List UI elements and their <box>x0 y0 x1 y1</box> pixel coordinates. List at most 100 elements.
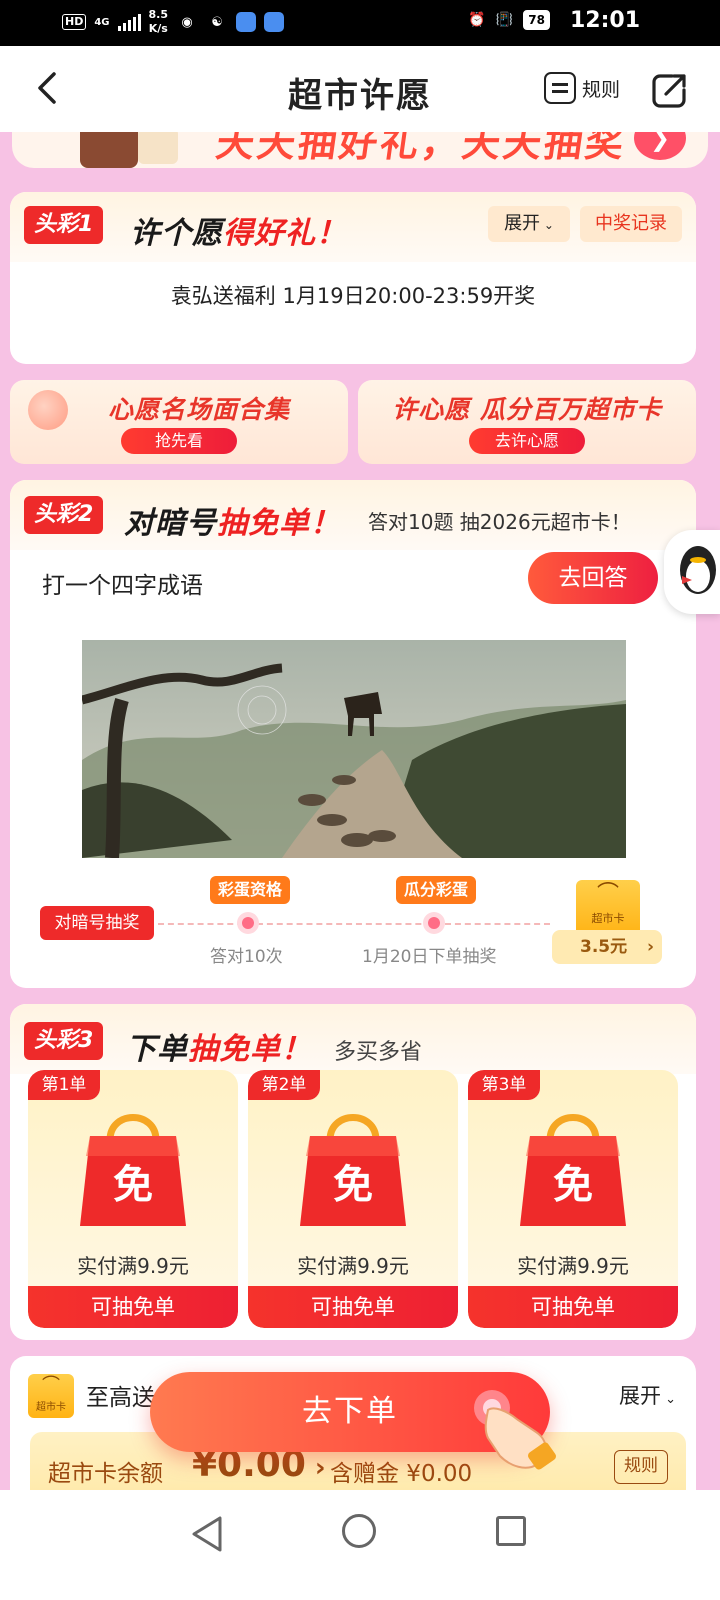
section-tag: 头彩1 <box>24 206 104 244</box>
password-section: 头彩2 对暗号抽免单！ 答对10题 抽2026元超市卡！ 打一个四字成语 去回答… <box>10 480 696 988</box>
step-badge: 彩蛋资格 <box>210 876 291 904</box>
prize-card[interactable]: 第3单 免 实付满9.9元 可抽免单 <box>468 1070 678 1328</box>
shopping-bag-icon: 免 <box>520 1114 626 1226</box>
bag-char: 免 <box>333 1162 373 1208</box>
status-left: HD 4G 8.5 K/s ◉ ☯ <box>62 8 285 36</box>
system-recents-icon[interactable] <box>496 1516 526 1546</box>
prize-card[interactable]: 第2单 免 实付满9.9元 可抽免单 <box>248 1070 458 1328</box>
balance-label: 超市卡余额 <box>48 1461 163 1487</box>
mini-banner-highlights[interactable]: 心愿名场面合集 抢先看 <box>10 380 348 464</box>
section-title-part-b: 抽免单！ <box>188 1032 312 1067</box>
chevron-down-icon: ⌄ <box>540 218 554 232</box>
expand-button[interactable]: 展开 ⌄ <box>488 206 570 242</box>
banner-arrow-icon: ❯ <box>634 132 686 160</box>
mini-banner-button[interactable]: 去许心愿 <box>469 428 585 454</box>
prize-draw-button[interactable]: 可抽免单 <box>28 1286 238 1328</box>
rules-button[interactable]: 规则 <box>614 1450 668 1484</box>
penguin-icon <box>680 546 716 594</box>
system-nav-bar <box>0 1490 720 1600</box>
section-title-part-b: 得好礼！ <box>223 216 347 251</box>
step-label: 1月20日下单抽奖 <box>362 947 497 967</box>
clock: 12:01 <box>569 8 640 33</box>
banner-text: 天天抽好礼，天天抽奖 <box>213 132 630 165</box>
expand-button[interactable]: 展开 ⌄ <box>619 1380 676 1410</box>
wechat-icon: ◉ <box>181 14 193 30</box>
section-subtitle: 答对10题 抽2026元超市卡！ <box>368 510 631 534</box>
rules-button[interactable]: 规则 <box>544 72 620 104</box>
expand-label: 展开 <box>618 1384 661 1408</box>
top-promo-banner[interactable]: 天天抽好礼，天天抽奖 ❯ <box>12 132 708 168</box>
qq-icon: ☯ <box>211 14 223 30</box>
section-title-part-a: 对暗号 <box>124 506 217 541</box>
hd-indicator: HD <box>62 14 87 30</box>
section-subtitle: 多买多省 <box>334 1040 423 1065</box>
banner-illustration <box>80 132 178 168</box>
bag-char: 免 <box>553 1162 593 1208</box>
section-title-part-a: 许个愿 <box>130 216 223 251</box>
prize-tag: 第1单 <box>28 1070 100 1100</box>
prize-draw-button[interactable]: 可抽免单 <box>248 1286 458 1328</box>
prize-condition: 实付满9.9元 <box>77 1254 189 1278</box>
progress-line <box>158 923 550 925</box>
step-dot <box>423 912 445 934</box>
wish-section: 头彩1 许个愿得好礼！ 展开 ⌄ 中奖记录 袁弘送福利 1月19日20:00-2… <box>10 192 696 364</box>
vibrate-icon: 📳 <box>495 12 514 28</box>
mini-banner-title: 心愿名场面合集 <box>107 395 290 424</box>
top-nav-bar: 超市许愿 规则 <box>0 46 720 132</box>
net-speed-unit: K/s <box>148 22 168 35</box>
status-bar: HD 4G 8.5 K/s ◉ ☯ ⏰ 📳 78 12:01 <box>0 0 720 46</box>
prize-tag: 第3单 <box>468 1070 540 1100</box>
section-title: 对暗号抽免单！ <box>124 498 341 542</box>
section-title-part-a: 下单 <box>126 1032 188 1067</box>
answer-button[interactable]: 去回答 <box>528 552 658 604</box>
prize-condition: 实付满9.9元 <box>297 1254 409 1278</box>
app-notification-icon-2 <box>264 12 285 32</box>
mini-banner-button[interactable]: 抢先看 <box>121 428 237 454</box>
section-title: 许个愿得好礼！ <box>130 208 347 252</box>
net-speed-value: 8.5 <box>148 8 169 21</box>
status-right: ⏰ 📳 78 <box>468 10 550 30</box>
mini-banner-wish[interactable]: 许心愿 瓜分百万超市卡 去许心愿 <box>358 380 696 464</box>
rules-label: 规则 <box>582 78 621 101</box>
signal-icon <box>117 13 141 31</box>
bag-char: 免 <box>113 1162 153 1208</box>
chevron-down-icon: ⌄ <box>660 1392 676 1407</box>
shopping-bag-icon: 免 <box>300 1114 406 1226</box>
riddle-painting <box>82 640 626 858</box>
network-type: 4G <box>94 16 110 28</box>
supermarket-card-reward[interactable]: ⌒ 超市卡 3.5元 › <box>552 878 662 970</box>
step-label: 答对10次 <box>210 947 283 967</box>
step-dot <box>237 912 259 934</box>
prize-card[interactable]: 第1单 免 实付满9.9元 可抽免单 <box>28 1070 238 1328</box>
system-back-icon[interactable] <box>190 1514 226 1554</box>
logo-label: 超市卡 <box>36 1402 66 1413</box>
chevron-right-icon: › <box>646 937 654 957</box>
supermarket-card-logo: ⌒ 超市卡 <box>28 1374 74 1418</box>
system-home-icon[interactable] <box>342 1514 376 1548</box>
prize-draw-button[interactable]: 可抽免单 <box>468 1286 678 1328</box>
shopping-bag-icon: 免 <box>80 1114 186 1226</box>
step-start-label: 对暗号抽奖 <box>40 906 154 940</box>
floating-qq-button[interactable] <box>664 530 720 614</box>
expand-label: 展开 <box>504 213 541 234</box>
net-speed: 8.5 K/s <box>149 8 169 36</box>
section-title-part-b: 抽免单！ <box>217 506 341 541</box>
card-icon-label: 超市卡 <box>591 912 625 925</box>
app-notification-icon <box>236 12 257 32</box>
alarm-icon: ⏰ <box>468 12 486 28</box>
riddle-prompt: 打一个四字成语 <box>42 573 203 599</box>
card-price: 3.5元 › <box>552 930 662 964</box>
step-badge: 瓜分彩蛋 <box>396 876 477 904</box>
battery-icon: 78 <box>523 10 550 30</box>
chevron-right-icon: › <box>305 1453 326 1483</box>
prize-condition: 实付满9.9元 <box>517 1254 629 1278</box>
pointing-hand-icon <box>474 1390 556 1470</box>
section-tag: 头彩3 <box>24 1022 104 1060</box>
section-title: 下单抽免单！ <box>126 1024 312 1068</box>
prize-tag: 第2单 <box>248 1070 320 1100</box>
share-icon[interactable] <box>650 72 688 108</box>
mini-banner-title: 许心愿 瓜分百万超市卡 <box>392 395 662 424</box>
rules-icon <box>544 72 576 104</box>
prize-record-button[interactable]: 中奖记录 <box>580 206 682 242</box>
gift-amount: 含赠金 ¥0.00 <box>330 1461 473 1487</box>
